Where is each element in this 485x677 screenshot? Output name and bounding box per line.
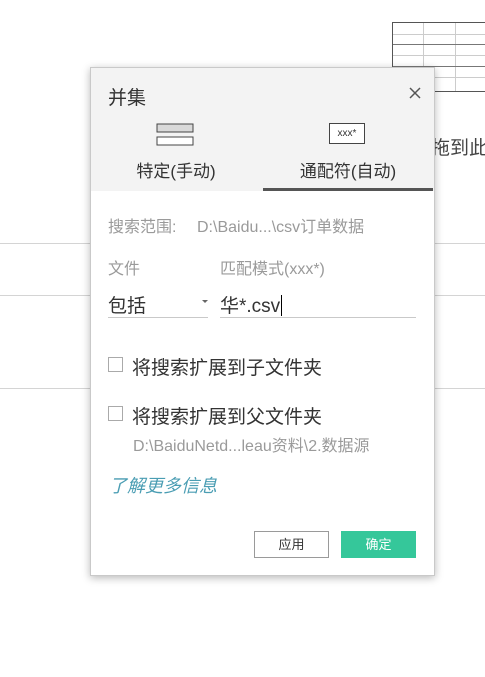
dialog-header: 并集 特定(手动) xxx* 通配符(自动) bbox=[91, 68, 434, 191]
tab-wildcard-label: 通配符(自动) bbox=[299, 162, 397, 181]
tab-manual[interactable]: 特定(手动) bbox=[91, 118, 261, 191]
manual-list-icon bbox=[156, 123, 194, 146]
checkbox-box[interactable] bbox=[108, 357, 123, 372]
match-pattern-value: 华*.csv bbox=[220, 296, 281, 317]
tab-selected-indicator bbox=[263, 188, 433, 191]
file-filter-value: 包括 bbox=[108, 296, 147, 317]
file-label: 文件 bbox=[108, 261, 141, 278]
union-dialog: 并集 特定(手动) xxx* 通配符(自动) 搜索范围: D:\Baidu...… bbox=[90, 67, 435, 576]
checkbox-box[interactable] bbox=[108, 406, 123, 421]
learn-more-link[interactable]: 了解更多信息 bbox=[109, 472, 217, 498]
search-scope-label: 搜索范围: bbox=[108, 219, 177, 236]
tab-wildcard[interactable]: xxx* 通配符(自动) bbox=[263, 118, 433, 191]
tab-manual-label: 特定(手动) bbox=[136, 162, 216, 181]
wildcard-icon: xxx* bbox=[329, 123, 365, 144]
include-subfolders-label: 将搜索扩展到子文件夹 bbox=[132, 358, 323, 379]
ok-button[interactable]: 确定 bbox=[341, 531, 416, 558]
apply-button[interactable]: 应用 bbox=[254, 531, 329, 558]
match-pattern-label: 匹配模式(xxx*) bbox=[220, 261, 325, 278]
drag-hint-text: 拖到此 bbox=[431, 138, 485, 159]
include-parent-folders-label: 将搜索扩展到父文件夹 bbox=[132, 407, 323, 428]
match-pattern-input[interactable]: 华*.csv bbox=[220, 286, 416, 318]
dialog-title: 并集 bbox=[108, 88, 147, 109]
file-filter-dropdown[interactable]: 包括 bbox=[108, 286, 208, 318]
text-cursor bbox=[281, 295, 283, 316]
close-icon[interactable] bbox=[407, 85, 423, 101]
parent-folder-path: D:\BaiduNetd...leau资料\2.数据源 bbox=[133, 438, 370, 455]
chevron-down-icon bbox=[202, 300, 208, 303]
search-scope-path: D:\Baidu...\csv订单数据 bbox=[197, 219, 365, 236]
